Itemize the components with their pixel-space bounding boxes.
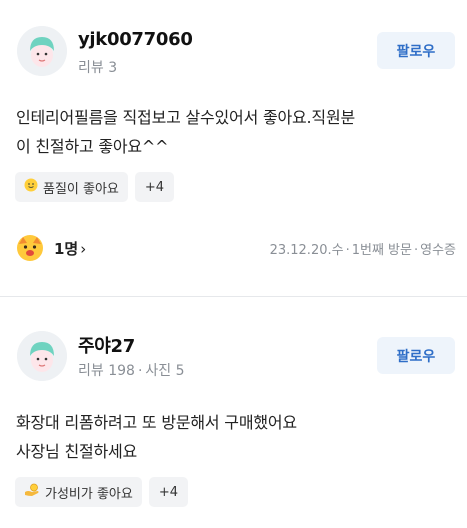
more-tags-button[interactable]: +4 [148,477,189,507]
review-meta: 리뷰 3 [78,57,117,77]
keyword-tag[interactable]: 품질이 좋아요 [15,172,128,202]
separator-dot: · [137,363,143,379]
keyword-tag[interactable]: 가성비가 좋아요 [15,477,142,507]
review-text-line: 이 친절하고 좋아요^^ [16,137,169,156]
keyword-tag-label: 품질이 좋아요 [43,181,119,197]
avatar-face-icon [17,26,67,76]
keyword-tags: 가성비가 좋아요 +4 [15,477,189,507]
reaction-row: 1명 › 23.12.20.수 · 1번째 방문 · 영수증 [16,234,456,264]
separator-dot: · [413,243,419,258]
keyword-tag-label: 가성비가 좋아요 [45,486,133,502]
avatar[interactable] [17,331,67,381]
username[interactable]: yjk0077060 [78,29,193,50]
username[interactable]: 주야27 [78,332,135,358]
thumbs-smile-icon [24,178,38,196]
follow-button[interactable]: 팔로우 [377,337,455,374]
coin-hand-icon [24,483,40,501]
review-meta: 리뷰 198 · 사진 5 [78,360,185,380]
visit-date: 23.12.20.수 [269,243,344,258]
visit-info: 23.12.20.수 · 1번째 방문 · 영수증 [270,239,456,258]
avatar-face-icon [17,331,67,381]
review-text-line: 사장님 친절하세요 [16,442,138,461]
review-count: 리뷰 3 [78,60,118,76]
review-text-line: 화장대 리폼하려고 또 방문해서 구매했어요 [16,413,297,432]
reaction-count-label: 1명 [54,240,79,258]
review-count: 리뷰 198 [78,363,135,379]
follow-button[interactable]: 팔로우 [377,32,455,69]
reaction-count[interactable]: 1명 › [54,238,86,259]
review-divider [0,296,467,297]
chevron-right-icon: › [80,240,87,258]
review-text[interactable]: 인테리어필름을 직접보고 살수있어서 좋아요.직원분 이 친절하고 좋아요^^ [16,103,456,161]
separator-dot: · [345,243,350,258]
more-tags-button[interactable]: +4 [134,172,175,202]
review-text[interactable]: 화장대 리폼하려고 또 방문해서 구매했어요 사장님 친절하세요 [16,408,456,466]
verification-type: 영수증 [420,243,456,258]
reaction-emoji-icon [17,235,43,261]
photo-count: 사진 5 [145,363,185,379]
visit-count: 1번째 방문 [351,243,412,258]
review-text-line: 인테리어필름을 직접보고 살수있어서 좋아요.직원분 [16,108,355,127]
avatar[interactable] [17,26,67,76]
keyword-tags: 품질이 좋아요 +4 [15,172,175,202]
